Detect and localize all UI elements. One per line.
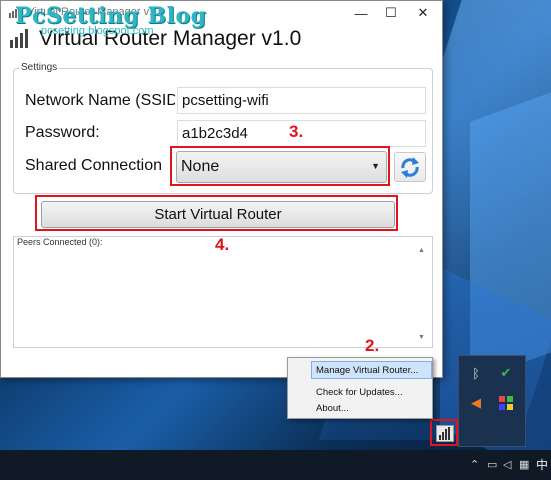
- step-3-label: 3.: [289, 122, 304, 141]
- menu-item-manage-virtual-router[interactable]: Manage Virtual Router...: [316, 365, 418, 376]
- settings-legend: Settings: [19, 62, 60, 73]
- network-icon[interactable]: ▭: [487, 458, 497, 471]
- refresh-arrows-icon: [401, 157, 419, 178]
- close-button[interactable]: ✕: [407, 1, 439, 25]
- blog-watermark-url: pcsetting.blogspot.com: [41, 25, 154, 37]
- router-bars-icon: [439, 427, 450, 440]
- peers-connected-label: Peers Connected (0):: [17, 237, 103, 247]
- step-4-label: 4.: [215, 235, 230, 254]
- keyboard-icon[interactable]: ▦: [519, 458, 529, 471]
- network-name-input[interactable]: [177, 87, 426, 114]
- bluetooth-icon[interactable]: ᛒ: [467, 364, 485, 382]
- app-window: Virtual Router Manager v1.0 — ☐ ✕ Virtua…: [0, 0, 443, 378]
- annotation-box-start: [35, 195, 398, 231]
- step-2-label: 2.: [365, 336, 380, 355]
- minimize-button[interactable]: —: [345, 1, 377, 25]
- network-name-label: Network Name (SSID): [25, 92, 175, 109]
- scroll-up-icon[interactable]: ▲: [418, 247, 425, 254]
- maximize-button[interactable]: ☐: [375, 1, 407, 25]
- router-bars-icon: [10, 29, 28, 48]
- taskbar: ⌃ ▭ ◁ ▦ 中: [0, 450, 551, 480]
- refresh-button[interactable]: [394, 152, 426, 182]
- shield-icon[interactable]: ✔: [497, 364, 515, 382]
- tray-overflow-panel: ᛒ ✔ ◀: [458, 355, 526, 447]
- annotation-box-select: [170, 146, 390, 186]
- chevron-up-icon[interactable]: ⌃: [470, 458, 479, 471]
- scroll-down-icon[interactable]: ▼: [418, 334, 425, 341]
- menu-item-check-for-updates[interactable]: Check for Updates...: [316, 387, 403, 398]
- shared-connection-label: Shared Connection: [25, 157, 162, 174]
- input-language-indicator[interactable]: 中: [536, 456, 548, 473]
- colored-squares-icon[interactable]: [497, 394, 515, 412]
- virtual-router-tray-icon[interactable]: [436, 425, 454, 442]
- menu-item-about[interactable]: About...: [316, 403, 349, 414]
- tray-context-menu: Manage Virtual Router... Check for Updat…: [287, 357, 433, 419]
- password-label: Password:: [25, 124, 100, 141]
- volume-icon[interactable]: ◁: [503, 458, 511, 471]
- volume-icon[interactable]: ◀: [467, 394, 485, 412]
